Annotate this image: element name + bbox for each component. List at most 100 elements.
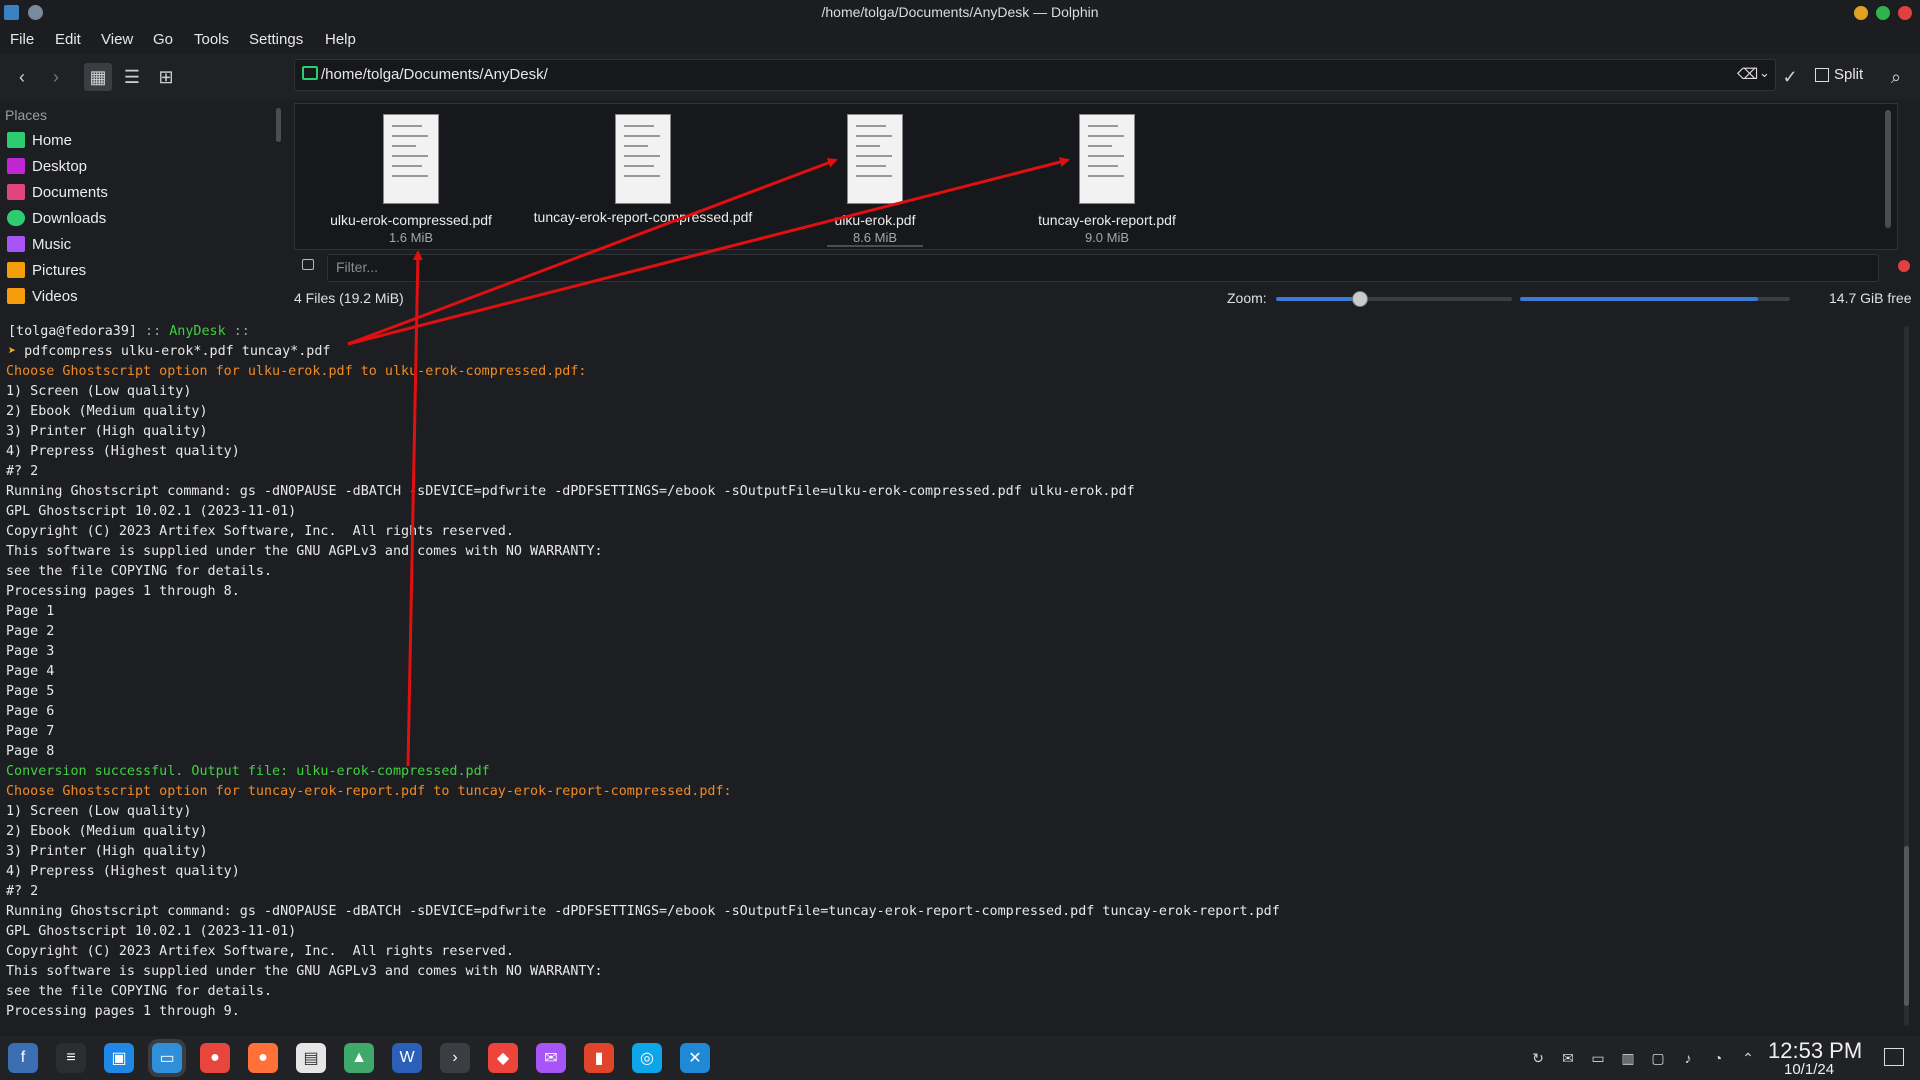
image-viewer-icon[interactable]: ▲ (344, 1043, 374, 1073)
terminal-panel[interactable]: [tolga@fedora39] :: AnyDesk :: ➤ pdfcomp… (0, 318, 1920, 1036)
terminal-line: 4) Prepress (Highest quality) (6, 444, 240, 459)
menu-view[interactable]: View (101, 31, 133, 48)
menu-edit[interactable]: Edit (55, 31, 81, 48)
zoom-label: Zoom: (1227, 290, 1267, 306)
terminal-line: 3) Printer (High quality) (6, 844, 208, 859)
menu-file[interactable]: File (10, 31, 34, 48)
sidebar-item-music[interactable]: Music (7, 232, 71, 256)
search-icon[interactable]: ⌕ (1882, 63, 1910, 91)
minimize-button[interactable] (1854, 6, 1868, 20)
dolphin-icon[interactable]: ▭ (152, 1043, 182, 1073)
terminal-line: 1) Screen (Low quality) (6, 804, 192, 819)
terminal-line: 2) Ebook (Medium quality) (6, 824, 208, 839)
sidebar-item-pictures[interactable]: Pictures (7, 258, 86, 282)
terminal-line: This software is supplied under the GNU … (6, 964, 603, 979)
terminal-line: This software is supplied under the GNU … (6, 544, 603, 559)
file-view-scrollbar[interactable] (1885, 110, 1891, 228)
firefox-icon[interactable]: ● (248, 1043, 278, 1073)
taskbar: f ≡ ▣ ▭ ● ● ▤ ▲ W › ◆ ✉ ▮ ◎ ✕ ↻ ✉ ▭ ▥ ▢ ♪ ◔ ⌃ 12:53 PM 10/1/2… (0, 1036, 1920, 1080)
sidebar-item-downloads[interactable]: Downloads (7, 206, 106, 230)
close-filter-icon[interactable] (1898, 260, 1910, 272)
split-label: Split (1834, 66, 1864, 83)
clock-date[interactable]: 10/1/24 (1784, 1061, 1834, 1078)
videos-icon (7, 288, 25, 304)
file-item[interactable]: tuncay-erok-report.pdf 9.0 MiB (991, 114, 1223, 245)
volume-icon[interactable]: ♪ (1678, 1048, 1698, 1068)
terminal-line: see the file COPYING for details. (6, 564, 273, 579)
split-button[interactable]: Split (1812, 66, 1863, 83)
menu-help[interactable]: Help (325, 31, 356, 48)
menu-go[interactable]: Go (153, 31, 173, 48)
zoom-slider-fill (1276, 297, 1359, 301)
terminal-line: 4) Prepress (Highest quality) (6, 864, 240, 879)
documents-icon (7, 184, 25, 200)
menu-tools[interactable]: Tools (194, 31, 229, 48)
wifi-icon[interactable]: ◔ (1708, 1048, 1728, 1068)
filter-bar: Filter... (294, 252, 1920, 284)
devices-icon[interactable]: ▢ (1648, 1048, 1668, 1068)
sidebar-scrollbar[interactable] (276, 108, 281, 142)
forward-icon[interactable]: › (42, 63, 70, 91)
folder-icon (302, 66, 318, 80)
close-button[interactable] (1898, 6, 1912, 20)
terminal-line: Processing pages 1 through 9. (6, 1004, 240, 1019)
terminal-icon[interactable]: › (440, 1043, 470, 1073)
file-view: ulku-erok-compressed.pdf 1.6 MiB tuncay-… (294, 103, 1898, 250)
toolbar: ‹ › ▦ ☰ ⊞ /home/tolga/Documents/AnyDesk/… (0, 53, 1920, 100)
location-bar[interactable]: /home/tolga/Documents/AnyDesk/ ⌫ ⌄ (294, 59, 1776, 91)
sidebar-item-desktop[interactable]: Desktop (7, 154, 87, 178)
terminal-line: #? 2 (6, 464, 39, 479)
file-name: ulku-erok.pdf (834, 212, 916, 228)
file-item[interactable]: ulku-erok.pdf 8.6 MiB (759, 114, 991, 247)
file-item[interactable]: tuncay-erok-report-compressed.pdf (527, 114, 759, 246)
pdf-thumbnail-icon (1079, 114, 1135, 204)
menu-icon[interactable]: ≡ (56, 1043, 86, 1073)
terminal-line: #? 2 (6, 884, 39, 899)
terminal-scrollbar-thumb[interactable] (1904, 846, 1909, 1006)
clear-location-icon[interactable]: ⌫ (1737, 65, 1758, 83)
drive-icon[interactable]: ▭ (1588, 1048, 1608, 1068)
sidebar-item-home[interactable]: Home (7, 128, 72, 152)
menu-settings[interactable]: Settings (249, 31, 303, 48)
downloads-icon (7, 210, 25, 226)
text-editor-icon[interactable]: ▤ (296, 1043, 326, 1073)
messenger-icon[interactable]: ✉ (536, 1043, 566, 1073)
location-dropdown-icon[interactable]: ⌄ (1759, 65, 1770, 81)
software-store-icon[interactable]: ▣ (104, 1043, 134, 1073)
command-line: ➤ pdfcompress ulku-erok*.pdf tuncay*.pdf (8, 344, 330, 359)
back-icon[interactable]: ‹ (8, 63, 36, 91)
music-icon (7, 236, 25, 252)
sync-icon[interactable]: ↻ (1528, 1048, 1548, 1068)
disk-usage-bar (1520, 297, 1790, 301)
file-name: ulku-erok-compressed.pdf (330, 212, 492, 228)
filter-input[interactable]: Filter... (327, 254, 1879, 282)
expand-tray-icon[interactable]: ⌃ (1738, 1048, 1758, 1068)
word-processor-icon[interactable]: W (392, 1043, 422, 1073)
icons-view-icon[interactable]: ▦ (84, 63, 112, 91)
pictures-icon (7, 262, 25, 278)
network-tool-icon[interactable]: ◎ (632, 1043, 662, 1073)
terminal-line: Page 5 (6, 684, 55, 699)
terminal-line: Page 1 (6, 604, 55, 619)
compact-view-icon[interactable]: ☰ (118, 63, 146, 91)
file-item[interactable]: ulku-erok-compressed.pdf 1.6 MiB (295, 114, 527, 245)
clipboard-icon[interactable]: ▥ (1618, 1048, 1638, 1068)
file-count: 4 Files (19.2 MiB) (294, 290, 404, 306)
sidebar-item-documents[interactable]: Documents (7, 180, 108, 204)
sidebar-item-videos[interactable]: Videos (7, 284, 78, 308)
lock-icon[interactable] (302, 259, 314, 270)
confirm-location-icon[interactable]: ✓ (1776, 63, 1804, 91)
fedora-icon[interactable]: f (8, 1043, 38, 1073)
anydesk-icon[interactable]: ◆ (488, 1043, 518, 1073)
chrome-icon[interactable]: ● (200, 1043, 230, 1073)
show-desktop-icon[interactable] (1884, 1048, 1904, 1066)
details-view-icon[interactable]: ⊞ (152, 63, 180, 91)
zoom-slider-handle[interactable] (1351, 291, 1368, 307)
vscode-icon[interactable]: ✕ (680, 1043, 710, 1073)
messenger-tray-icon[interactable]: ✉ (1558, 1048, 1578, 1068)
sidebar-item-label: Downloads (32, 209, 107, 227)
maximize-button[interactable] (1876, 6, 1890, 20)
title-bar: /home/tolga/Documents/AnyDesk — Dolphin (0, 0, 1920, 25)
zoom-slider[interactable] (1276, 291, 1512, 307)
screen-recorder-icon[interactable]: ▮ (584, 1043, 614, 1073)
